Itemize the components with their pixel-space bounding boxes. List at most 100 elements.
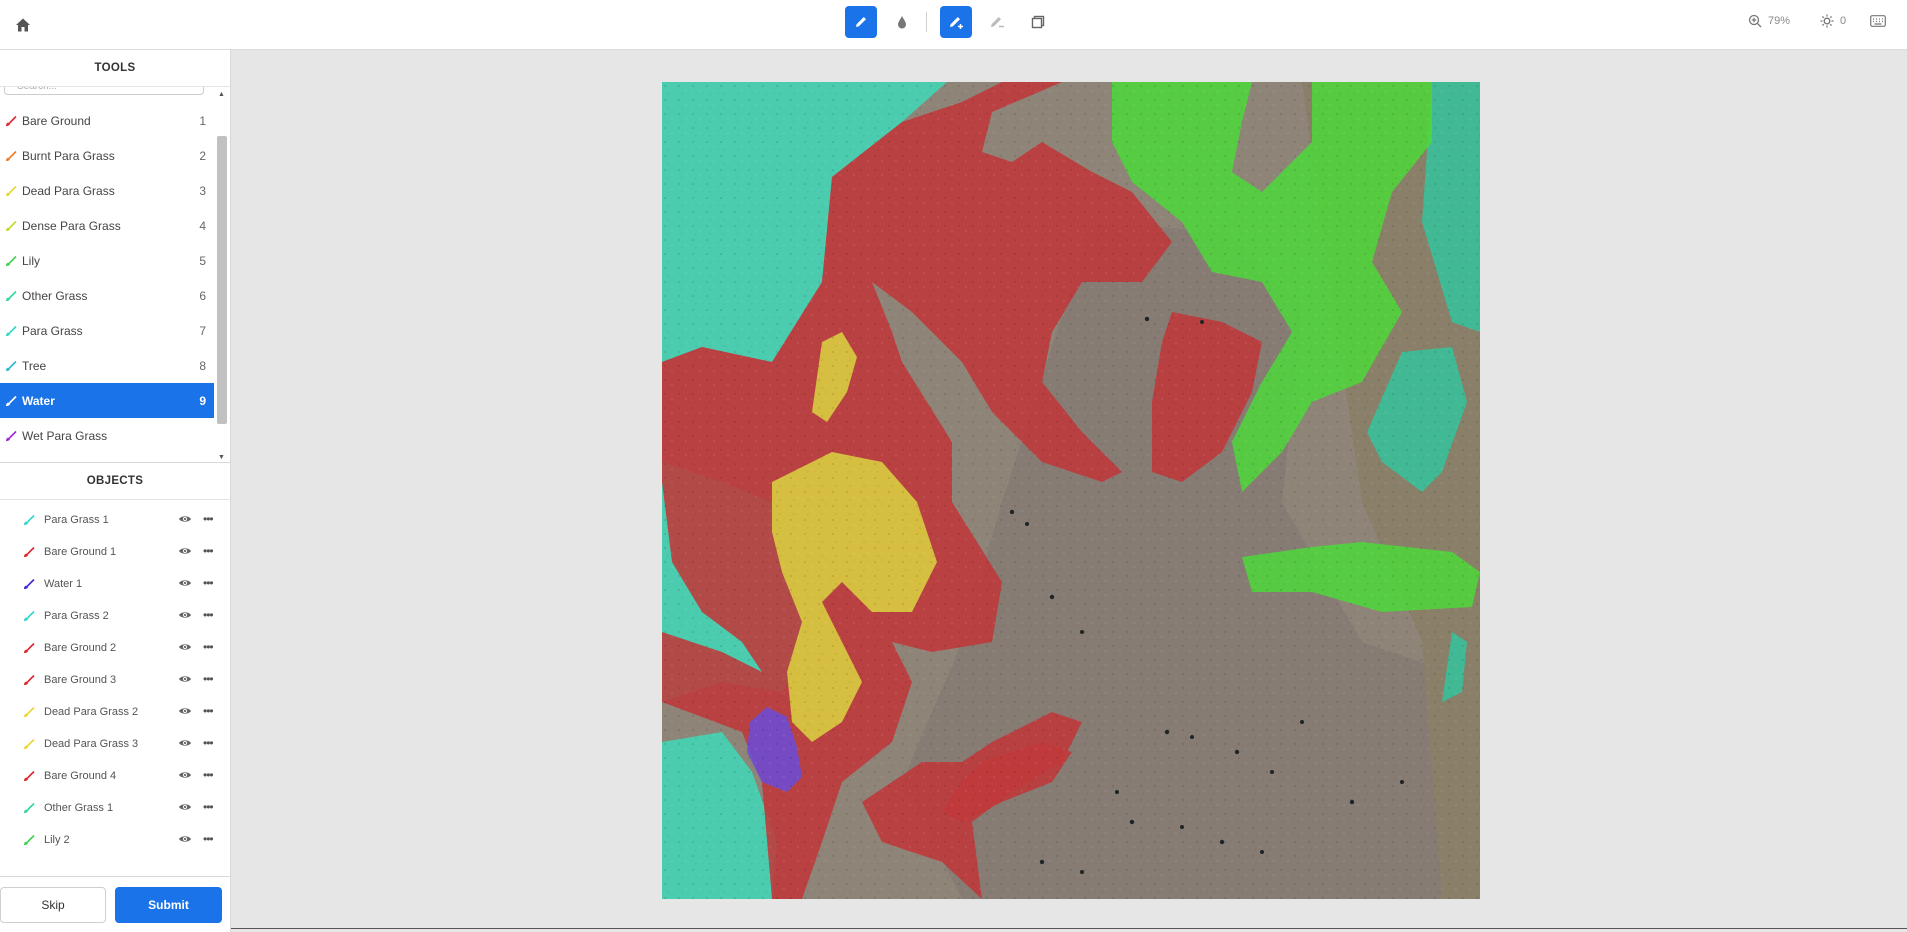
- eye-icon[interactable]: [178, 834, 192, 847]
- object-item[interactable]: Para Grass 2 •••: [0, 600, 230, 632]
- eye-icon[interactable]: [178, 770, 192, 783]
- brush-icon: [0, 394, 22, 408]
- fill-tool-button[interactable]: [886, 6, 918, 38]
- object-item-label: Other Grass 1: [44, 802, 114, 814]
- home-button[interactable]: [8, 10, 38, 40]
- tool-item-label: Burnt Para Grass: [22, 148, 115, 163]
- object-item[interactable]: Bare Ground 1 •••: [0, 536, 230, 568]
- objects-panel: OBJECTS Para Grass 1 ••• Bare Ground 1 ••• W…: [0, 463, 230, 846]
- tool-item-burnt-para-grass[interactable]: Burnt Para Grass 2: [0, 138, 214, 173]
- brush-icon: [0, 429, 22, 443]
- smart-pen-button[interactable]: [940, 6, 972, 38]
- aerial-image[interactable]: [662, 82, 1480, 899]
- object-item[interactable]: Bare Ground 4 •••: [0, 760, 230, 792]
- object-item[interactable]: Water 1 •••: [0, 568, 230, 600]
- keyboard-shortcuts-button[interactable]: [1870, 15, 1886, 27]
- toolbar-divider: [926, 12, 927, 32]
- tool-item-other-grass[interactable]: Other Grass 6: [0, 278, 214, 313]
- more-options-icon[interactable]: •••: [203, 704, 214, 718]
- annotation-canvas[interactable]: [662, 82, 1480, 899]
- eye-icon[interactable]: [178, 706, 192, 719]
- copy-icon: [1031, 15, 1045, 29]
- tools-scrollbar[interactable]: ▲ ▼: [215, 89, 228, 462]
- tool-item-dead-para-grass[interactable]: Dead Para Grass 3: [0, 173, 214, 208]
- object-item[interactable]: Dead Para Grass 3 •••: [0, 728, 230, 760]
- scroll-down-arrow-icon[interactable]: ▼: [215, 452, 228, 462]
- droplet-icon: [898, 16, 906, 29]
- object-item[interactable]: Other Grass 1 •••: [0, 792, 230, 824]
- tool-item-para-grass[interactable]: Para Grass 7: [0, 313, 214, 348]
- more-options-icon[interactable]: •••: [203, 640, 214, 654]
- sun-icon: [1820, 14, 1834, 28]
- tool-item-label: Bare Ground: [22, 113, 91, 128]
- tool-item-shortcut: 1: [199, 113, 206, 128]
- object-item-label: Para Grass 1: [44, 514, 109, 526]
- more-options-icon[interactable]: •••: [203, 608, 214, 622]
- brush-icon: [18, 737, 40, 751]
- tool-item-shortcut: 7: [199, 323, 206, 338]
- more-options-icon[interactable]: •••: [203, 544, 214, 558]
- skip-button[interactable]: Skip: [0, 887, 106, 923]
- home-icon: [16, 18, 30, 32]
- tool-item-label: Dead Para Grass: [22, 183, 115, 198]
- tool-item-dense-para-grass[interactable]: Dense Para Grass 4: [0, 208, 214, 243]
- more-options-icon[interactable]: •••: [203, 736, 214, 750]
- object-item-label: Water 1: [44, 578, 83, 590]
- scroll-up-arrow-icon[interactable]: ▲: [215, 89, 228, 101]
- tool-item-label: Para Grass: [22, 323, 83, 338]
- eye-icon[interactable]: [178, 578, 192, 591]
- copy-button[interactable]: [1022, 6, 1054, 38]
- sidebar: TOOLS Search... Bare Ground 1 Burnt Para G…: [0, 50, 231, 932]
- tool-item-shortcut: 9: [199, 393, 206, 408]
- zoom-in-icon: [1748, 14, 1762, 28]
- object-item[interactable]: Para Grass 1 •••: [0, 504, 230, 536]
- eye-icon[interactable]: [178, 642, 192, 655]
- object-item[interactable]: Lily 2 •••: [0, 824, 230, 856]
- submit-button[interactable]: Submit: [115, 887, 222, 923]
- tool-item-tree[interactable]: Tree 8: [0, 348, 214, 383]
- tool-item-water[interactable]: Water 9: [0, 383, 214, 418]
- object-item[interactable]: Bare Ground 2 •••: [0, 632, 230, 664]
- pencil-plus-icon: [950, 17, 963, 29]
- tool-item-shortcut: 4: [199, 218, 206, 233]
- tool-item-bare-ground[interactable]: Bare Ground 1: [0, 103, 214, 138]
- tool-item-label: Tree: [22, 358, 47, 373]
- eye-icon[interactable]: [178, 610, 192, 623]
- more-options-icon[interactable]: •••: [203, 832, 214, 846]
- tool-item-shortcut: 3: [199, 183, 206, 198]
- zoom-level: 79%: [1768, 15, 1791, 27]
- tool-item-shortcut: 6: [199, 288, 206, 303]
- object-item-label: Bare Ground 3: [44, 674, 117, 686]
- brush-icon: [0, 184, 22, 198]
- zoom-control[interactable]: 79%: [1748, 14, 1790, 28]
- brush-icon: [18, 769, 40, 783]
- brightness-control[interactable]: 0: [1820, 14, 1846, 28]
- object-list: Para Grass 1 ••• Bare Ground 1 ••• Water 1 ••…: [0, 500, 230, 856]
- scrollbar-thumb[interactable]: [217, 136, 227, 424]
- tool-item-wet-para-grass[interactable]: Wet Para Grass: [0, 418, 214, 453]
- more-options-icon[interactable]: •••: [203, 576, 214, 590]
- top-toolbar: 79% 0: [0, 0, 1907, 50]
- brush-icon: [0, 114, 22, 128]
- more-options-icon[interactable]: •••: [203, 672, 214, 686]
- object-item[interactable]: Dead Para Grass 2 •••: [0, 696, 230, 728]
- pencil-minus-icon: [991, 17, 1004, 28]
- brush-icon: [0, 289, 22, 303]
- object-item-label: Dead Para Grass 3: [44, 738, 139, 750]
- object-item-label: Para Grass 2: [44, 610, 109, 622]
- object-item[interactable]: Bare Ground 3 •••: [0, 664, 230, 696]
- pen-tool-button[interactable]: [845, 6, 877, 38]
- tool-item-lily[interactable]: Lily 5: [0, 243, 214, 278]
- eye-icon[interactable]: [178, 514, 192, 527]
- brush-icon: [0, 219, 22, 233]
- eye-icon[interactable]: [178, 802, 192, 815]
- more-options-icon[interactable]: •••: [203, 512, 214, 526]
- eye-icon[interactable]: [178, 546, 192, 559]
- more-options-icon[interactable]: •••: [203, 800, 214, 814]
- eye-icon[interactable]: [178, 674, 192, 687]
- eye-icon[interactable]: [178, 738, 192, 751]
- tool-search-input[interactable]: Search...: [4, 87, 204, 95]
- image-texture: [662, 82, 1480, 899]
- eraser-pen-button[interactable]: [981, 6, 1013, 38]
- more-options-icon[interactable]: •••: [203, 768, 214, 782]
